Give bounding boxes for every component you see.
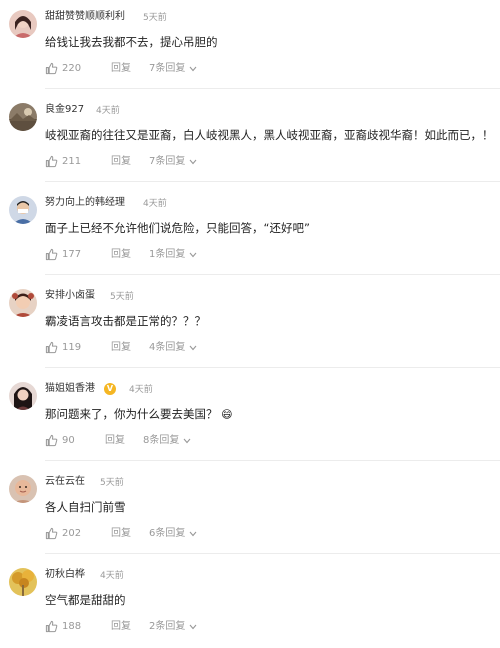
avatar-woman-icon [9, 10, 37, 38]
avatar-child-icon [9, 289, 37, 317]
divider [45, 88, 500, 89]
divider [45, 460, 500, 461]
username[interactable]: 良金927 [45, 104, 84, 116]
reply-button[interactable]: 回复 [111, 63, 131, 75]
view-replies-button[interactable]: 7条回复 [149, 63, 197, 75]
chevron-down-icon [189, 345, 197, 351]
comment-text: 给钱让我去我都不去，提心吊胆的 [45, 35, 218, 49]
avatar[interactable] [9, 475, 37, 503]
view-replies-button[interactable]: 7条回复 [149, 156, 197, 168]
reply-button[interactable]: 回复 [111, 528, 131, 540]
like-count: 177 [62, 249, 82, 260]
avatar[interactable] [9, 568, 37, 596]
chevron-down-icon [189, 624, 197, 630]
thumbs-up-icon [45, 527, 58, 540]
chevron-down-icon [183, 438, 191, 444]
divider [45, 274, 500, 275]
view-replies-button[interactable]: 6条回复 [149, 528, 197, 540]
reply-button[interactable]: 回复 [105, 435, 125, 447]
view-replies-button[interactable]: 1条回复 [149, 249, 197, 261]
like-count: 211 [62, 156, 82, 167]
avatar[interactable] [9, 196, 37, 224]
reply-count: 7条回复 [149, 156, 186, 167]
comment-text: 霸凌语言攻击都是正常的？？？ [45, 314, 206, 328]
reply-button[interactable]: 回复 [111, 342, 131, 354]
comment-text-body: 那问题来了，你为什么要去美国？ [45, 407, 218, 421]
reply-count: 6条回复 [149, 528, 186, 539]
avatar[interactable] [9, 289, 37, 317]
username[interactable]: 甜甜赞赞顺顺利利 [45, 11, 125, 23]
like-count: 220 [62, 63, 82, 74]
comment-text: 各人自扫门前雪 [45, 500, 126, 514]
laughing-emoji-icon: 😄 [221, 408, 233, 421]
comment-list: 甜甜赞赞顺顺利利 5天前 给钱让我去我都不去，提心吊胆的 220 回复 7条回复 [0, 0, 500, 648]
reply-count: 7条回复 [149, 63, 186, 74]
post-time: 4天前 [143, 199, 167, 209]
reply-count: 2条回复 [149, 621, 186, 632]
avatar-woman-dark-hair-icon [9, 382, 37, 410]
avatar-baby-icon [9, 475, 37, 503]
username[interactable]: 初秋白桦 [45, 569, 85, 581]
reply-button[interactable]: 回复 [111, 249, 131, 261]
avatar-man-icon [9, 196, 37, 224]
thumbs-up-icon [45, 620, 58, 633]
avatar-autumn-tree-icon [9, 568, 37, 596]
comment-text: 那问题来了，你为什么要去美国？ 😄 [45, 406, 233, 423]
avatar[interactable] [9, 382, 37, 410]
thumbs-up-icon [45, 155, 58, 168]
thumbs-up-icon [45, 341, 58, 354]
thumbs-up-icon [45, 62, 58, 75]
thumbs-up-icon [45, 248, 58, 261]
reply-count: 8条回复 [143, 435, 180, 446]
view-replies-button[interactable]: 2条回复 [149, 621, 197, 633]
chevron-down-icon [189, 531, 197, 537]
reply-count: 1条回复 [149, 249, 186, 260]
comment-text: 岐视亚裔的往往又是亚裔，白人岐视黑人，黑人岐视亚裔，亚裔歧视华裔！如此而已，！ [45, 128, 494, 142]
post-time: 4天前 [129, 385, 153, 395]
chevron-down-icon [189, 252, 197, 258]
divider [45, 553, 500, 554]
divider [45, 367, 500, 368]
avatar-landscape-icon [9, 103, 37, 131]
reply-count: 4条回复 [149, 342, 186, 353]
view-replies-button[interactable]: 4条回复 [149, 342, 197, 354]
view-replies-button[interactable]: 8条回复 [143, 435, 191, 447]
post-time: 5天前 [143, 13, 167, 23]
thumbs-up-icon [45, 434, 58, 447]
post-time: 5天前 [110, 292, 134, 302]
username[interactable]: 猫姐姐香港 [45, 383, 95, 395]
comment-text: 空气都是甜甜的 [45, 593, 126, 607]
username[interactable]: 安排小卤蛋 [45, 290, 95, 302]
post-time: 4天前 [96, 106, 120, 116]
reply-button[interactable]: 回复 [111, 156, 131, 168]
post-time: 4天前 [100, 571, 124, 581]
reply-button[interactable]: 回复 [111, 621, 131, 633]
chevron-down-icon [189, 66, 197, 72]
chevron-down-icon [189, 159, 197, 165]
comment-text: 面子上已经不允许他们说危险，只能回答，“还好吧” [45, 221, 310, 235]
like-count: 90 [62, 435, 75, 446]
verified-icon: V [104, 383, 116, 395]
like-count: 119 [62, 342, 82, 353]
username[interactable]: 云在云在 [45, 476, 85, 488]
like-count: 202 [62, 528, 82, 539]
avatar[interactable] [9, 103, 37, 131]
divider [45, 181, 500, 182]
username[interactable]: 努力向上的韩经理 [45, 197, 125, 209]
post-time: 5天前 [100, 478, 124, 488]
like-count: 188 [62, 621, 82, 632]
avatar[interactable] [9, 10, 37, 38]
